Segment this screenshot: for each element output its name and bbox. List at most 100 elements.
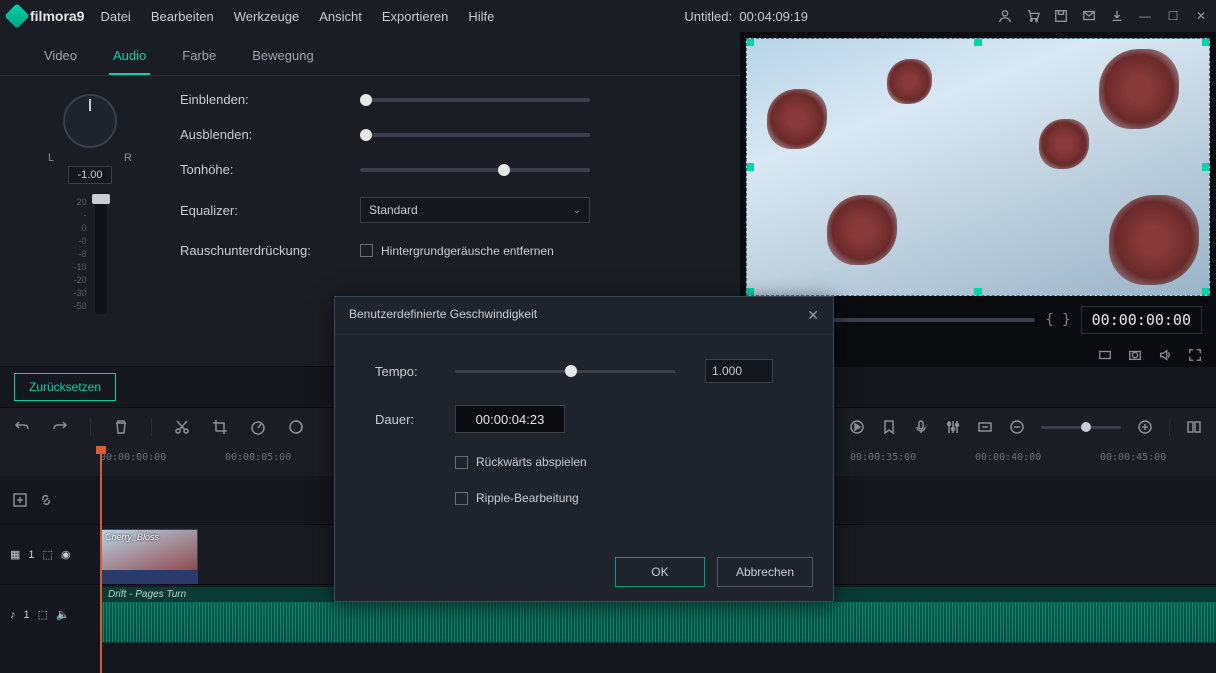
save-icon[interactable]	[1054, 9, 1068, 23]
tab-video[interactable]: Video	[40, 42, 81, 75]
menu-help[interactable]: Hilfe	[468, 9, 494, 24]
dialog-title: Benutzerdefinierte Geschwindigkeit	[349, 307, 537, 324]
voiceover-icon[interactable]	[913, 419, 929, 435]
film-icon: ▦	[10, 548, 20, 561]
playhead[interactable]	[100, 446, 102, 673]
vu-scale: 20-0 -0-8-10 -20-30-50	[73, 196, 86, 313]
fadeout-slider[interactable]	[360, 133, 590, 137]
eye-icon[interactable]: ◉	[61, 548, 71, 561]
app-logo: filmora9	[8, 7, 84, 25]
volume-slider[interactable]	[95, 194, 107, 314]
ripple-checkbox[interactable]	[455, 492, 468, 505]
logo-icon	[4, 3, 29, 28]
speed-icon[interactable]	[250, 419, 266, 435]
document-title: Untitled: 00:04:09:19	[494, 9, 998, 24]
ruler-mark: 00:00:05:00	[225, 452, 291, 463]
snapshot-icon[interactable]	[1128, 348, 1142, 362]
maximize-button[interactable]: ☐	[1166, 9, 1180, 23]
close-icon[interactable]: ✕	[807, 307, 819, 324]
tab-color[interactable]: Farbe	[178, 42, 220, 75]
lock-icon[interactable]: ⬚	[43, 548, 53, 561]
balance-control: LR -1.00 20-0 -0-8-10 -20-30-50	[30, 86, 150, 314]
tempo-slider[interactable]	[455, 370, 675, 373]
denoise-checkbox[interactable]	[360, 244, 373, 257]
close-button[interactable]: ✕	[1194, 9, 1208, 23]
ripple-label: Ripple-Bearbeitung	[476, 491, 579, 505]
reverse-checkbox[interactable]	[455, 456, 468, 469]
download-icon[interactable]	[1110, 9, 1124, 23]
cancel-button[interactable]: Abbrechen	[717, 557, 813, 587]
clip-label: Cherry_Bloss	[105, 532, 159, 542]
resize-handle[interactable]	[1202, 163, 1210, 171]
ruler-mark: 00:00:00:00	[100, 452, 166, 463]
zoom-out-icon[interactable]	[1009, 419, 1025, 435]
tab-motion[interactable]: Bewegung	[248, 42, 317, 75]
volume-icon[interactable]	[1158, 348, 1172, 362]
lock-icon[interactable]: ⬚	[38, 608, 48, 621]
speed-dialog: Benutzerdefinierte Geschwindigkeit ✕ Tem…	[334, 296, 834, 602]
cart-icon[interactable]	[1026, 9, 1040, 23]
preview-viewport[interactable]	[746, 38, 1210, 296]
denoise-chk-label: Hintergrundgeräusche entfernen	[381, 244, 554, 258]
fadein-label: Einblenden:	[180, 92, 360, 107]
tempo-input[interactable]	[705, 359, 773, 383]
chevron-down-icon: ⌄	[573, 205, 581, 216]
menu-edit[interactable]: Bearbeiten	[151, 9, 214, 24]
main-menu: Datei Bearbeiten Werkzeuge Ansicht Expor…	[100, 9, 494, 24]
preview-timecode[interactable]: 00:00:00:00	[1081, 306, 1202, 334]
user-icon[interactable]	[998, 9, 1012, 23]
render-icon[interactable]	[849, 419, 865, 435]
menu-view[interactable]: Ansicht	[319, 9, 362, 24]
menu-tools[interactable]: Werkzeuge	[234, 9, 300, 24]
link-icon[interactable]	[38, 492, 54, 508]
tempo-label: Tempo:	[375, 364, 455, 379]
delete-icon[interactable]	[113, 419, 129, 435]
track-index: 1	[24, 609, 30, 621]
crop-icon[interactable]	[212, 419, 228, 435]
pitch-slider[interactable]	[360, 168, 590, 172]
eq-value: Standard	[369, 203, 418, 217]
menu-file[interactable]: Datei	[100, 9, 130, 24]
resize-handle[interactable]	[974, 38, 982, 46]
app-name: filmora9	[30, 8, 84, 24]
add-media-icon[interactable]	[12, 492, 28, 508]
waveform	[100, 602, 1216, 642]
eq-label: Equalizer:	[180, 203, 360, 218]
fit-icon[interactable]	[977, 419, 993, 435]
markers-bracket[interactable]: { }	[1045, 312, 1070, 328]
resize-handle[interactable]	[1202, 38, 1210, 46]
tab-audio[interactable]: Audio	[109, 42, 150, 75]
manage-tracks-icon[interactable]	[1186, 419, 1202, 435]
track-index: 1	[28, 549, 34, 561]
zoom-in-icon[interactable]	[1137, 419, 1153, 435]
quality-icon[interactable]	[1098, 348, 1112, 362]
resize-handle[interactable]	[746, 38, 754, 46]
reset-button[interactable]: Zurücksetzen	[14, 373, 116, 401]
balance-value[interactable]: -1.00	[68, 166, 112, 184]
color-icon[interactable]	[288, 419, 304, 435]
message-icon[interactable]	[1082, 9, 1096, 23]
mute-icon[interactable]: 🔈	[56, 608, 70, 621]
resize-handle[interactable]	[746, 163, 754, 171]
fadeout-label: Ausblenden:	[180, 127, 360, 142]
reverse-label: Rückwärts abspielen	[476, 455, 587, 469]
marker-icon[interactable]	[881, 419, 897, 435]
mixer-icon[interactable]	[945, 419, 961, 435]
fullscreen-icon[interactable]	[1188, 348, 1202, 362]
cut-icon[interactable]	[174, 419, 190, 435]
resize-handle[interactable]	[746, 288, 754, 296]
resize-handle[interactable]	[1202, 288, 1210, 296]
fadein-slider[interactable]	[360, 98, 590, 102]
ruler-mark: 00:00:45:00	[1100, 452, 1166, 463]
balance-knob[interactable]	[63, 94, 117, 148]
eq-select[interactable]: Standard ⌄	[360, 197, 590, 223]
redo-icon[interactable]	[52, 419, 68, 435]
minimize-button[interactable]: —	[1138, 9, 1152, 23]
resize-handle[interactable]	[974, 288, 982, 296]
ruler-mark: 00:00:40:00	[975, 452, 1041, 463]
ok-button[interactable]: OK	[615, 557, 705, 587]
duration-input[interactable]	[455, 405, 565, 433]
zoom-slider[interactable]	[1041, 426, 1121, 429]
menu-export[interactable]: Exportieren	[382, 9, 448, 24]
undo-icon[interactable]	[14, 419, 30, 435]
